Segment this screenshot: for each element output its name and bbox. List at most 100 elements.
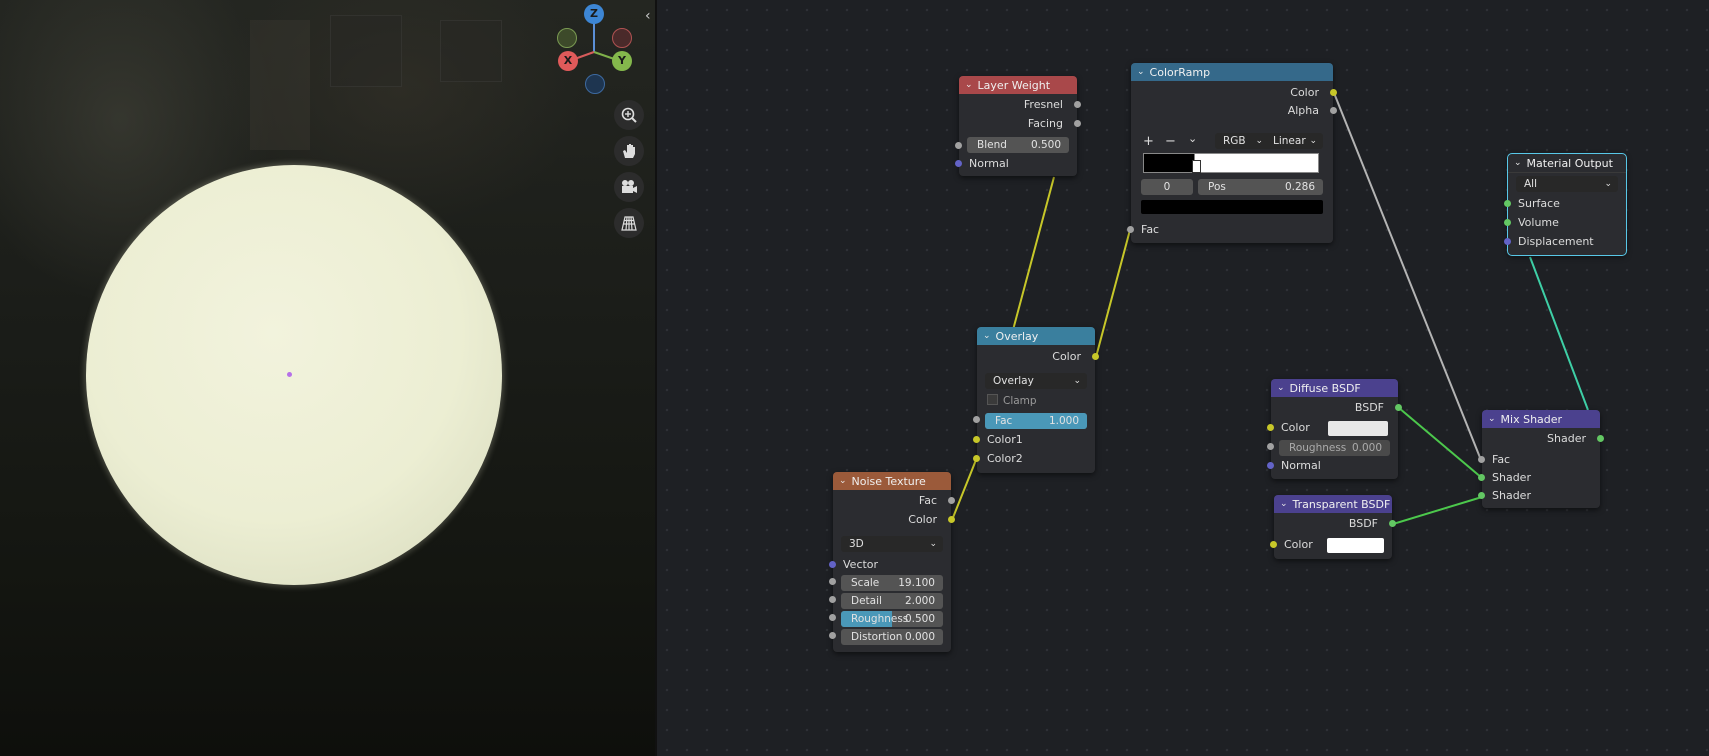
add-stop-button[interactable]: +: [1143, 134, 1154, 149]
output-socket[interactable]: [1395, 404, 1402, 411]
pan-button[interactable]: [614, 136, 644, 166]
color-swatch[interactable]: [1327, 538, 1384, 553]
scale-field[interactable]: Scale 19.100: [841, 575, 943, 591]
interpolation-dropdown[interactable]: Linear ⌄: [1265, 133, 1323, 149]
node-header[interactable]: ⌄ Noise Texture: [833, 472, 951, 490]
distortion-field[interactable]: Distortion 0.000: [841, 629, 943, 645]
gizmo-neg-x-axis[interactable]: [612, 28, 632, 48]
preview-sphere[interactable]: [86, 165, 502, 585]
fac-slider[interactable]: Fac 1.000: [985, 413, 1087, 429]
input-socket[interactable]: [955, 142, 962, 149]
blend-mode-dropdown[interactable]: Overlay ⌄: [985, 373, 1087, 389]
background-door: [250, 20, 310, 150]
position-field[interactable]: Pos 0.286: [1198, 179, 1323, 195]
output-socket[interactable]: [1389, 520, 1396, 527]
node-material-output[interactable]: ⌄ Material Output All ⌄ Surface Volume Dis…: [1504, 153, 1627, 256]
node-overlay[interactable]: ⌄ Overlay Color Overlay ⌄ Clamp Fac 1.000 C…: [973, 327, 1099, 473]
ramp-menu-button[interactable]: ⌄: [1188, 132, 1197, 145]
output-socket[interactable]: [948, 497, 955, 504]
zoom-button[interactable]: [614, 100, 644, 130]
input-socket[interactable]: [955, 160, 962, 167]
input-socket[interactable]: [1478, 456, 1485, 463]
input-socket[interactable]: [1127, 226, 1134, 233]
node-header[interactable]: ⌄ Layer Weight: [959, 76, 1077, 94]
gizmo-neg-z-axis[interactable]: [585, 74, 605, 94]
input-socket[interactable]: [1478, 492, 1485, 499]
gizmo-z-axis[interactable]: Z: [584, 4, 604, 24]
output-socket[interactable]: [1074, 101, 1081, 108]
camera-view-button[interactable]: [614, 172, 644, 202]
perspective-toggle-button[interactable]: [614, 208, 644, 238]
input-socket[interactable]: [1267, 443, 1274, 450]
field-label: Distortion: [851, 631, 903, 643]
render-target-dropdown[interactable]: All ⌄: [1516, 176, 1618, 192]
blend-field[interactable]: Blend 0.500: [967, 137, 1069, 153]
clamp-checkbox[interactable]: Clamp: [987, 394, 1037, 408]
collapse-chevron-icon[interactable]: ⌄: [1137, 67, 1145, 77]
dimensions-dropdown[interactable]: 3D ⌄: [841, 536, 943, 552]
node-header[interactable]: ⌄ ColorRamp: [1131, 63, 1333, 81]
input-socket[interactable]: [1504, 219, 1511, 226]
stop-color-swatch[interactable]: [1141, 200, 1323, 214]
input-socket[interactable]: [973, 455, 980, 462]
collapse-chevron-icon[interactable]: ⌄: [983, 331, 991, 341]
roughness-field[interactable]: Roughness 0.000: [1279, 440, 1390, 456]
node-header[interactable]: ⌄ Overlay: [977, 327, 1095, 345]
gizmo-y-axis[interactable]: Y: [612, 51, 632, 71]
collapse-chevron-icon[interactable]: ⌄: [1280, 499, 1288, 509]
input-socket[interactable]: [1270, 541, 1277, 548]
collapse-chevron-icon[interactable]: ⌄: [839, 476, 847, 486]
input-socket[interactable]: [1267, 424, 1274, 431]
node-header[interactable]: ⌄ Mix Shader: [1482, 410, 1600, 428]
input-socket[interactable]: [829, 614, 836, 621]
input-socket[interactable]: [973, 416, 980, 423]
color-stop-handle[interactable]: [1192, 160, 1201, 173]
input-fac: Fac: [1478, 451, 1600, 469]
detail-field[interactable]: Detail 2.000: [841, 593, 943, 609]
node-header[interactable]: ⌄ Material Output: [1508, 154, 1626, 173]
node-transparent-bsdf[interactable]: ⌄ Transparent BSDF BSDF Color: [1270, 495, 1396, 559]
output-socket[interactable]: [948, 516, 955, 523]
field-value: 0.000: [1351, 442, 1382, 454]
background-window: [440, 20, 502, 82]
input-socket[interactable]: [829, 632, 836, 639]
collapse-chevron-icon[interactable]: ⌄: [965, 80, 973, 90]
color-swatch[interactable]: [1328, 421, 1388, 436]
input-socket[interactable]: [829, 561, 836, 568]
output-socket[interactable]: [1092, 353, 1099, 360]
roughness-slider[interactable]: Roughness 0.500: [841, 611, 943, 627]
sidebar-toggle-arrow[interactable]: ‹: [645, 8, 651, 24]
input-socket[interactable]: [1478, 474, 1485, 481]
active-stop-index[interactable]: 0: [1141, 179, 1193, 195]
input-socket[interactable]: [829, 578, 836, 585]
input-socket[interactable]: [1267, 462, 1274, 469]
node-diffuse-bsdf[interactable]: ⌄ Diffuse BSDF BSDF Color Roughness 0.000 …: [1267, 379, 1402, 479]
input-normal: Normal: [1267, 457, 1398, 475]
output-socket[interactable]: [1597, 435, 1604, 442]
color-ramp-gradient[interactable]: [1143, 153, 1319, 173]
collapse-chevron-icon[interactable]: ⌄: [1514, 158, 1522, 168]
node-header[interactable]: ⌄ Diffuse BSDF: [1271, 379, 1398, 397]
gizmo-x-axis[interactable]: X: [558, 51, 578, 71]
input-socket[interactable]: [829, 596, 836, 603]
3d-viewport[interactable]: Z X Y ‹: [0, 0, 655, 756]
remove-stop-button[interactable]: −: [1165, 134, 1176, 149]
input-socket[interactable]: [1504, 238, 1511, 245]
node-noise-texture[interactable]: ⌄ Noise Texture Fac Color 3D ⌄ Vector Scal…: [829, 472, 955, 652]
output-facing: Facing: [959, 115, 1081, 133]
node-header[interactable]: ⌄ Transparent BSDF: [1274, 495, 1392, 513]
input-socket[interactable]: [973, 436, 980, 443]
output-socket[interactable]: [1074, 120, 1081, 127]
collapse-chevron-icon[interactable]: ⌄: [1277, 383, 1285, 393]
output-socket[interactable]: [1330, 89, 1337, 96]
gizmo-neg-y-axis[interactable]: [557, 28, 577, 48]
output-socket[interactable]: [1330, 107, 1337, 114]
output-bsdf: BSDF: [1274, 515, 1396, 533]
shader-node-editor[interactable]: ⌄ Layer Weight Fresnel Facing Blend 0.500 …: [657, 0, 1709, 756]
color-mode-dropdown[interactable]: RGB ⌄: [1215, 133, 1269, 149]
node-mix-shader[interactable]: ⌄ Mix Shader Shader Fac Shader Shader: [1478, 410, 1604, 508]
collapse-chevron-icon[interactable]: ⌄: [1488, 414, 1496, 424]
input-socket[interactable]: [1504, 200, 1511, 207]
node-color-ramp[interactable]: ⌄ ColorRamp Color Alpha + − ⌄ RGB ⌄ Linear…: [1127, 63, 1337, 243]
node-layer-weight[interactable]: ⌄ Layer Weight Fresnel Facing Blend 0.500 …: [955, 76, 1081, 176]
